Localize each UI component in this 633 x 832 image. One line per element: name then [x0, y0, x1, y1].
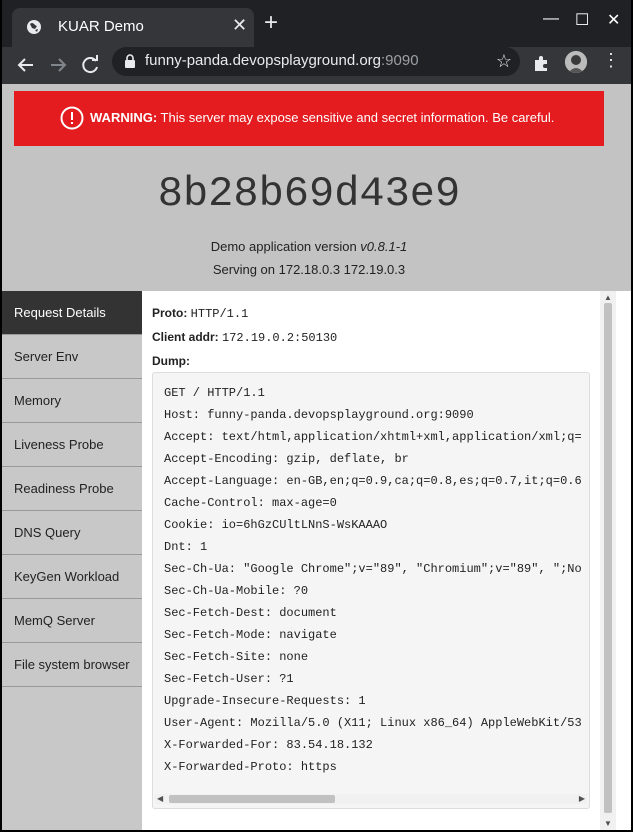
dump-line: Upgrade-Insecure-Requests: 1	[164, 694, 366, 708]
sidebar-item-server-env[interactable]: Server Env	[2, 335, 142, 379]
vertical-scrollbar[interactable]: ▲ ▼	[600, 291, 616, 830]
dump-line: Sec-Ch-Ua-Mobile: ?0	[164, 584, 309, 598]
address-bar[interactable]: funny-panda.devopsplayground.org:9090 ☆	[112, 47, 520, 76]
request-dump[interactable]: GET / HTTP/1.1 Host: funny-panda.devopspl…	[152, 372, 590, 809]
alert-circle-icon	[60, 106, 84, 130]
sidebar-item-label: Memory	[14, 393, 61, 408]
menu-kebab-icon[interactable]: ⋮	[602, 51, 620, 69]
scroll-down-icon[interactable]: ▼	[604, 819, 612, 828]
sidebar-item-label: Server Env	[14, 349, 79, 364]
back-arrow-icon[interactable]	[12, 51, 40, 79]
reload-icon[interactable]	[76, 51, 104, 79]
sidebar-item-label: DNS Query	[14, 525, 81, 540]
sidebar-item-liveness-probe[interactable]: Liveness Probe	[2, 423, 142, 467]
tab-strip: KUAR Demo ✕ + — ☐ ✕	[2, 0, 631, 47]
sidebar-item-dns-query[interactable]: DNS Query	[2, 511, 142, 555]
sidebar-item-keygen-workload[interactable]: KeyGen Workload	[2, 555, 142, 599]
dump-line: Accept-Language: en-GB,en;q=0.9,ca;q=0.8…	[164, 474, 582, 488]
warning-label: WARNING:	[90, 110, 158, 125]
hostname: 8b28b69d43e9	[157, 170, 461, 218]
url-port: :9090	[381, 52, 419, 69]
sidebar-item-memory[interactable]: Memory	[2, 379, 142, 423]
dump-line: Host: funny-panda.devopsplayground.org:9…	[164, 408, 474, 422]
dump-line: Sec-Fetch-Dest: document	[164, 606, 337, 620]
client-addr-value: 172.19.0.2:50130	[222, 331, 338, 345]
close-window-icon[interactable]: ✕	[607, 10, 620, 30]
sidebar-item-label: File system browser	[14, 657, 130, 672]
warning-banner: WARNING: This server may expose sensitiv…	[14, 91, 604, 146]
scroll-left-icon[interactable]: ◀	[157, 794, 163, 803]
client-addr-row: Client addr: 172.19.0.2:50130	[152, 330, 337, 345]
dump-line: Cookie: io=6hGzCUltLNnS-WsKAAAO	[164, 518, 388, 532]
sidebar-item-readiness-probe[interactable]: Readiness Probe	[2, 467, 142, 511]
version-prefix: Demo application version	[210, 239, 361, 254]
sidebar-item-label: MemQ Server	[14, 613, 95, 628]
close-tab-icon[interactable]: ✕	[232, 16, 247, 34]
dump-line: Accept-Encoding: gzip, deflate, br	[164, 452, 409, 466]
serving-addresses: Serving on 172.18.0.3 172.19.0.3	[212, 262, 406, 277]
browser-tab[interactable]: KUAR Demo ✕	[12, 8, 254, 47]
app-header: WARNING: This server may expose sensitiv…	[2, 84, 631, 291]
sidebar-item-label: Request Details	[14, 305, 106, 320]
proto-value: HTTP/1.1	[190, 307, 249, 321]
request-details-panel: Proto: HTTP/1.1 Client addr: 172.19.0.2:…	[142, 291, 600, 830]
dump-row: Dump:	[152, 354, 190, 368]
warning-text: WARNING: This server may expose sensitiv…	[90, 110, 554, 125]
star-icon[interactable]: ☆	[496, 51, 512, 72]
scroll-up-icon[interactable]: ▲	[604, 293, 612, 302]
warning-message: This server may expose sensitive and sec…	[157, 110, 555, 125]
vertical-scroll-thumb[interactable]	[604, 303, 612, 813]
web-page: WARNING: This server may expose sensitiv…	[2, 84, 631, 830]
sidebar-item-label: Readiness Probe	[14, 481, 114, 496]
version-number: v0.8.1-1	[360, 239, 408, 254]
profile-icon	[565, 51, 587, 73]
sidebar-item-request-details[interactable]: Request Details	[2, 291, 142, 335]
sidebar: Request Details Server Env Memory Livene…	[2, 291, 142, 830]
dump-label: Dump:	[152, 354, 190, 368]
dump-line: Cache-Control: max-age=0	[164, 496, 337, 510]
dump-line: Sec-Fetch-Site: none	[164, 650, 309, 664]
sidebar-item-memq-server[interactable]: MemQ Server	[2, 599, 142, 643]
dump-line: X-Forwarded-For: 83.54.18.132	[164, 738, 373, 752]
dump-line: X-Forwarded-Proto: https	[164, 760, 337, 774]
proto-row: Proto: HTTP/1.1	[152, 306, 248, 321]
app-version: Demo application version v0.8.1-1	[2, 239, 616, 254]
url-text: funny-panda.devopsplayground.org:9090	[145, 52, 419, 69]
tab-title: KUAR Demo	[58, 18, 144, 35]
dump-line: Accept: text/html,application/xhtml+xml,…	[164, 430, 582, 444]
minimize-icon[interactable]: —	[543, 10, 559, 28]
lock-icon	[125, 54, 135, 68]
maximize-icon[interactable]: ☐	[575, 10, 589, 30]
client-addr-label: Client addr:	[152, 330, 219, 344]
dump-line: User-Agent: Mozilla/5.0 (X11; Linux x86_…	[164, 716, 582, 730]
dump-line: Dnt: 1	[164, 540, 208, 554]
sidebar-item-label: Liveness Probe	[14, 437, 104, 452]
horizontal-scrollbar[interactable]: ◀ ▶	[155, 794, 587, 804]
forward-arrow-icon[interactable]	[44, 51, 72, 79]
sidebar-item-label: KeyGen Workload	[14, 569, 120, 584]
new-tab-icon[interactable]: +	[264, 11, 278, 35]
sidebar-item-file-system-browser[interactable]: File system browser	[2, 643, 142, 687]
avatar[interactable]	[565, 51, 587, 73]
browser-window: KUAR Demo ✕ + — ☐ ✕ funny-panda.devopspl…	[2, 0, 631, 830]
dump-line: Sec-Fetch-User: ?1	[164, 672, 294, 686]
horizontal-scroll-thumb[interactable]	[169, 795, 335, 803]
dump-line: GET / HTTP/1.1	[164, 386, 265, 400]
scroll-right-icon[interactable]: ▶	[579, 794, 585, 803]
browser-toolbar: funny-panda.devopsplayground.org:9090 ☆ …	[2, 47, 631, 84]
dump-line: Sec-Ch-Ua: "Google Chrome";v="89", "Chro…	[164, 562, 582, 576]
globe-icon	[27, 20, 41, 34]
puzzle-icon[interactable]	[532, 53, 552, 73]
dump-line: Sec-Fetch-Mode: navigate	[164, 628, 337, 642]
url-host: funny-panda.devopsplayground.org	[145, 52, 382, 69]
proto-label: Proto:	[152, 306, 188, 320]
